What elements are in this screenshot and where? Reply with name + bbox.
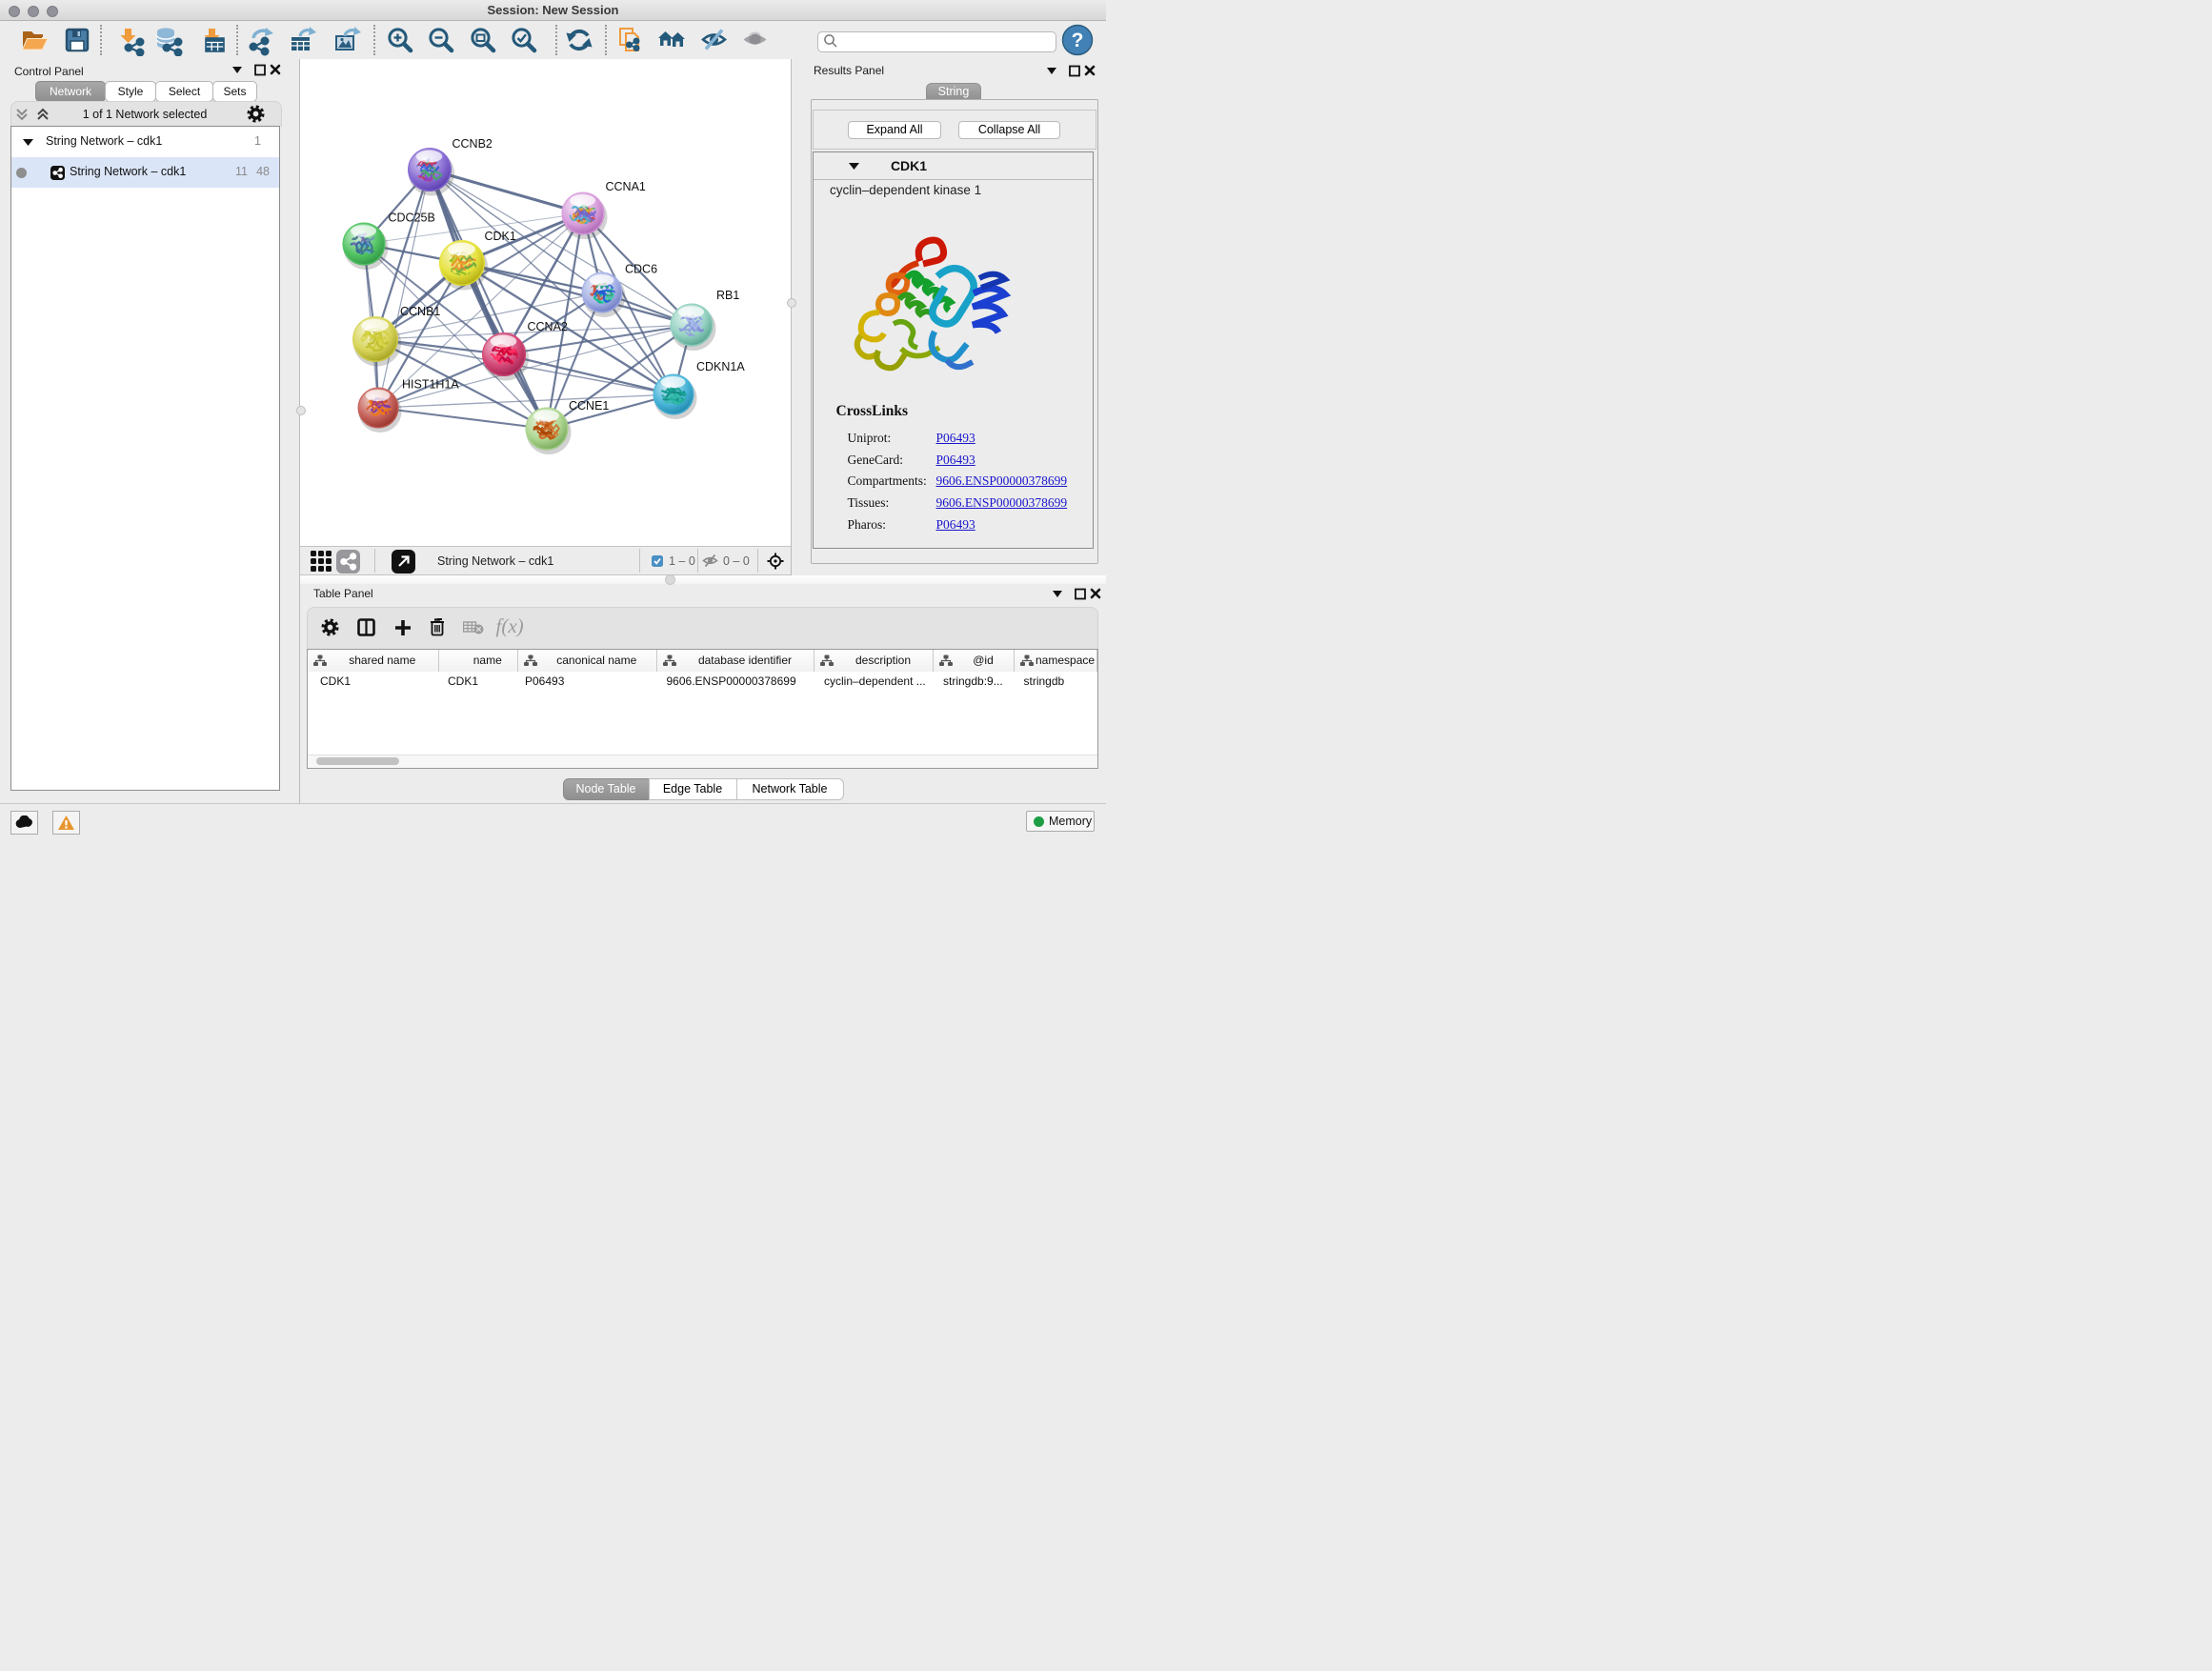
svg-text:CDK1: CDK1	[485, 230, 516, 243]
svg-text:CCNA1: CCNA1	[606, 180, 646, 193]
svg-text:RB1: RB1	[716, 289, 739, 302]
svg-text:HIST1H1A: HIST1H1A	[402, 378, 459, 392]
svg-text:CCNA2: CCNA2	[528, 320, 568, 333]
svg-text:CCNB1: CCNB1	[400, 305, 440, 318]
svg-text:?: ?	[1072, 30, 1084, 51]
svg-text:CCNB2: CCNB2	[452, 137, 493, 151]
svg-text:CDC6: CDC6	[625, 263, 657, 276]
svg-text:CDKN1A: CDKN1A	[696, 360, 745, 373]
svg-text:CDC25B: CDC25B	[389, 211, 435, 225]
svg-text:CCNE1: CCNE1	[569, 399, 609, 413]
